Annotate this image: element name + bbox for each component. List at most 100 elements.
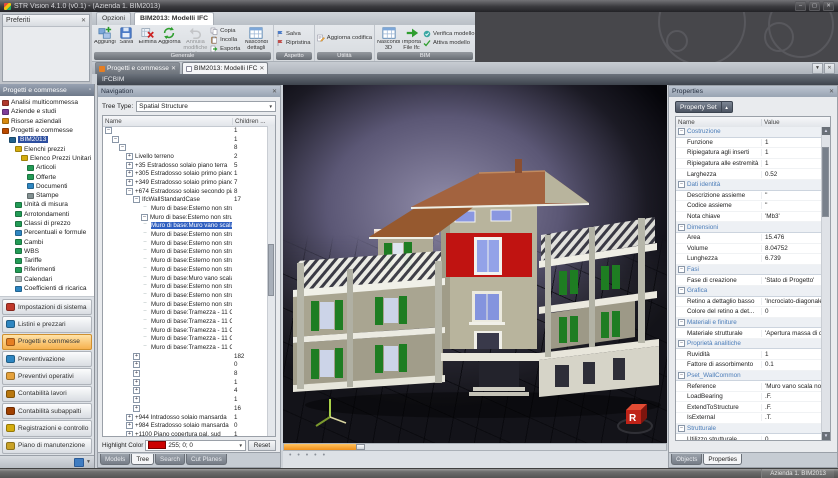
expander-icon[interactable]: – bbox=[141, 309, 149, 316]
sidebar-tree-item[interactable]: Risorse aziendali bbox=[0, 117, 94, 126]
properties-tab[interactable]: Properties bbox=[703, 454, 742, 465]
tree-row[interactable]: – Muro di base:Esterno non strutturale..… bbox=[103, 213, 268, 222]
tree-row[interactable]: + +944 Intradosso solaio mansarda 1 bbox=[103, 413, 268, 422]
importa-file-ifc-button[interactable]: Importa File Ifc bbox=[400, 26, 423, 52]
group-expander-icon[interactable]: − bbox=[678, 224, 685, 231]
tree-row[interactable]: – Muro di base:Esterno non strutturale..… bbox=[103, 265, 268, 274]
sidebar-module-button[interactable]: Preventivi operativi bbox=[2, 368, 92, 384]
sidebar-tree-item[interactable]: Articoli bbox=[0, 163, 94, 172]
property-row[interactable]: Fase di creazione 'Stato di Progetto' bbox=[676, 275, 822, 286]
group-expander-icon[interactable]: − bbox=[678, 128, 685, 135]
tree-row[interactable]: − 8 bbox=[103, 143, 268, 152]
tree-row[interactable]: + 8 bbox=[103, 369, 268, 378]
expander-icon[interactable]: + bbox=[133, 370, 140, 377]
tree-row[interactable]: – Muro di base:Esterno non strutturale..… bbox=[103, 256, 268, 265]
expander-icon[interactable]: – bbox=[141, 301, 149, 308]
tab-close-icon[interactable]: ✕ bbox=[824, 63, 835, 74]
property-row[interactable]: Retino a dettaglio basso 'Incrociato-dia… bbox=[676, 297, 822, 308]
sidebar-tree-item[interactable]: Elenco Prezzi Unitari bbox=[0, 154, 94, 163]
tree-row[interactable]: – Muro di base:Muro vano scala non ... bbox=[103, 274, 268, 283]
tree-row[interactable]: − IfcWallStandardCase 17 bbox=[103, 196, 268, 205]
tree-row[interactable]: − 1 bbox=[103, 135, 268, 144]
expander-icon[interactable]: − bbox=[133, 196, 140, 203]
properties-scrollbar[interactable]: ▲ ▼ bbox=[821, 127, 830, 440]
group-expander-icon[interactable]: − bbox=[678, 372, 685, 379]
tree-row[interactable]: + Livello terreno 2 bbox=[103, 152, 268, 161]
tree-row[interactable]: − +674 Estradosso solaio secondo piano 8 bbox=[103, 187, 268, 196]
properties-tab[interactable]: Objects bbox=[671, 454, 702, 465]
incolla-button[interactable]: Incolla bbox=[210, 36, 241, 44]
navigation-tab[interactable]: Models bbox=[100, 454, 130, 465]
expander-icon[interactable]: + bbox=[133, 353, 140, 360]
expander-icon[interactable]: – bbox=[141, 275, 149, 282]
sidebar-module-button[interactable]: Impostazioni di sistema bbox=[2, 299, 92, 315]
doc-tab-bim2013[interactable]: BIM2013: Modelli IFC ✕ bbox=[182, 62, 268, 74]
attiva-modello-button[interactable]: Attiva modello bbox=[423, 39, 473, 47]
expander-icon[interactable]: – bbox=[141, 327, 149, 334]
column-children[interactable]: Children ... bbox=[233, 118, 275, 125]
close-tab-icon[interactable]: ✕ bbox=[259, 65, 264, 72]
sidebar-tree-item[interactable]: Percentuali e formule bbox=[0, 228, 94, 237]
scrollbar-thumb[interactable] bbox=[268, 244, 274, 296]
property-row[interactable]: − Costruzione bbox=[676, 127, 822, 138]
property-row[interactable]: Funzione 1 bbox=[676, 138, 822, 149]
tab-list-dropdown-icon[interactable]: ▼ bbox=[812, 63, 823, 74]
expander-icon[interactable]: – bbox=[141, 248, 149, 255]
group-expander-icon[interactable]: − bbox=[678, 287, 685, 294]
tree-row[interactable]: – Muro di base:Muro vano scala ... bbox=[103, 222, 268, 231]
expander-icon[interactable]: + bbox=[126, 422, 133, 429]
property-row[interactable]: Lunghezza 6.739 bbox=[676, 254, 822, 265]
tree-row[interactable]: + +305 Estradosso solaio primo piano 1 bbox=[103, 169, 268, 178]
expander-icon[interactable]: + bbox=[126, 431, 133, 436]
highlight-color-select[interactable]: 255; 0; 0 ▼ bbox=[145, 440, 246, 451]
scroll-up-icon[interactable]: ▲ bbox=[822, 127, 830, 135]
tree-row[interactable]: – Muro di base:Tramezza - 11 CM:17... bbox=[103, 335, 268, 344]
property-row[interactable]: Colore del retino a det... 0 bbox=[676, 307, 822, 318]
close-button[interactable]: ✕ bbox=[823, 1, 834, 11]
expander-icon[interactable]: – bbox=[141, 318, 149, 325]
tree-row[interactable]: – Muro di base:Tramezza - 11 CM:17... bbox=[103, 343, 268, 352]
chevron-up-icon[interactable]: ▲ bbox=[722, 101, 733, 113]
sidebar-tree-item[interactable]: Progetti e commesse bbox=[0, 126, 94, 135]
doc-tab-progetti[interactable]: Progetti e commesse ✕ bbox=[95, 62, 180, 74]
expander-icon[interactable]: – bbox=[141, 266, 149, 273]
group-expander-icon[interactable]: − bbox=[678, 340, 685, 347]
nascondi-dettagli-button[interactable]: Nascondi dettagli bbox=[242, 26, 272, 52]
tree-row[interactable]: – Muro di base:Esterno non strutturale..… bbox=[103, 300, 268, 309]
property-row[interactable]: − Pset_WallCommon bbox=[676, 371, 822, 382]
property-row[interactable]: Area 15.476 bbox=[676, 233, 822, 244]
property-row[interactable]: − Dati identità bbox=[676, 180, 822, 191]
scrollbar-thumb[interactable] bbox=[822, 147, 829, 217]
sidebar-module-button[interactable]: Piano di manutenzione bbox=[2, 438, 92, 454]
column-value[interactable]: Value bbox=[762, 119, 830, 126]
property-row[interactable]: − Dimensioni bbox=[676, 222, 822, 233]
tree-row[interactable]: + +984 Estradosso solaio mansarda 0 bbox=[103, 421, 268, 430]
salva-button[interactable]: Salva bbox=[116, 26, 137, 46]
expander-icon[interactable]: – bbox=[141, 231, 149, 238]
panel-options-icon[interactable] bbox=[74, 458, 84, 467]
sidebar-tree-item[interactable]: Stampe bbox=[0, 191, 94, 200]
close-icon[interactable]: ✕ bbox=[829, 88, 834, 95]
sidebar-tree-item[interactable]: Arrotondamenti bbox=[0, 210, 94, 219]
close-icon[interactable]: ✕ bbox=[81, 17, 86, 24]
tree-row[interactable]: – Muro di base:Esterno non strutturale..… bbox=[103, 291, 268, 300]
close-tab-icon[interactable]: ✕ bbox=[171, 65, 176, 72]
slider-handle[interactable] bbox=[356, 444, 365, 450]
tree-row[interactable]: – Muro di base:Esterno non strutturale..… bbox=[103, 248, 268, 257]
property-row[interactable]: Ripiegatura agli inserti 1 bbox=[676, 148, 822, 159]
tree-row[interactable]: + +349 Estradosso solaio primo piano 7 bbox=[103, 178, 268, 187]
sidebar-module-button[interactable]: Preventivazione bbox=[2, 351, 92, 367]
property-row[interactable]: LoadBearing .F. bbox=[676, 392, 822, 403]
expander-icon[interactable]: + bbox=[126, 162, 133, 169]
property-row[interactable]: − Proprietà analitiche bbox=[676, 339, 822, 350]
scroll-down-icon[interactable]: ▼ bbox=[822, 432, 830, 440]
expander-icon[interactable]: + bbox=[133, 361, 140, 368]
sidebar-tree-item[interactable]: Tariffe bbox=[0, 256, 94, 265]
expander-icon[interactable]: + bbox=[126, 170, 133, 177]
expander-icon[interactable]: – bbox=[141, 292, 149, 299]
tree-row[interactable]: – Muro di base:Esterno non strutturale..… bbox=[103, 239, 268, 248]
tree-row[interactable]: + 16 bbox=[103, 404, 268, 413]
expander-icon[interactable]: – bbox=[141, 257, 149, 264]
property-row[interactable]: IsExternal .T. bbox=[676, 413, 822, 424]
expander-icon[interactable]: + bbox=[126, 153, 133, 160]
